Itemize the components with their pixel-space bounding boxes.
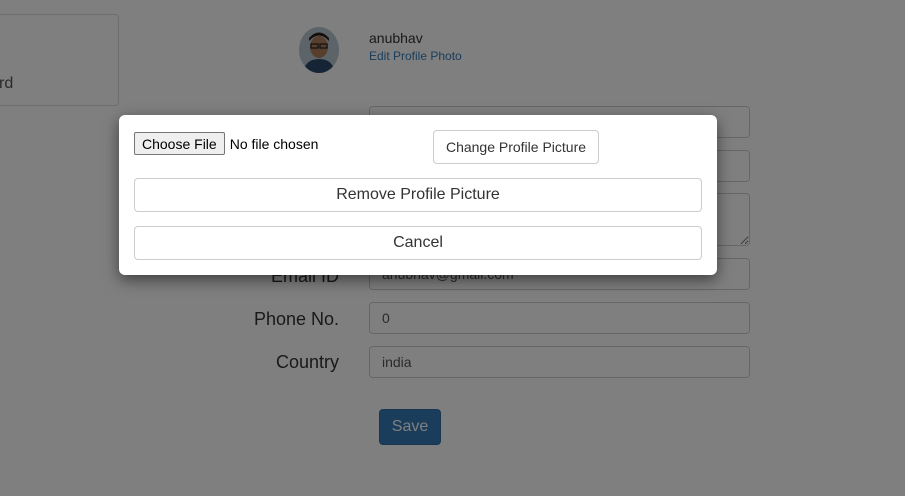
choose-file-button[interactable]: Choose File [134,132,225,155]
change-profile-picture-button[interactable]: Change Profile Picture [433,130,599,164]
cancel-button[interactable]: Cancel [134,226,702,260]
file-picker: Choose File No file chosen [134,132,318,155]
file-status-text: No file chosen [229,135,319,152]
remove-profile-picture-button[interactable]: Remove Profile Picture [134,178,702,212]
profile-picture-modal: Choose File No file chosen Change Profil… [119,115,717,275]
